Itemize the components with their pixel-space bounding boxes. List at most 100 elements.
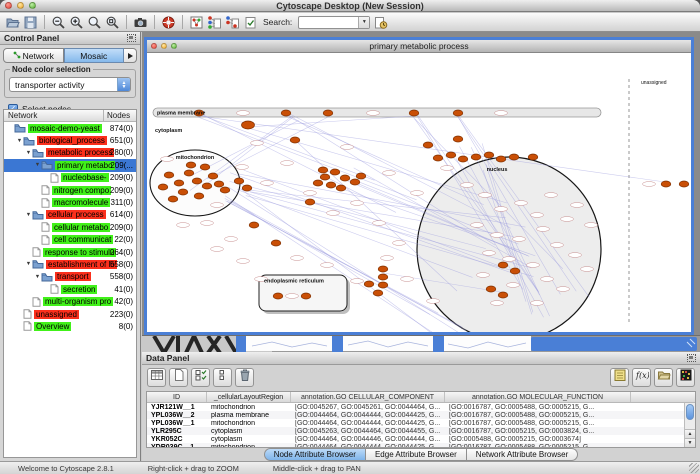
expand-collapse-icon[interactable]: ▼ bbox=[16, 138, 23, 144]
table-scrollbar[interactable]: ▲ ▼ bbox=[684, 403, 695, 447]
table-cell: cytoplasm bbox=[207, 436, 291, 443]
delete-attribute-button[interactable] bbox=[235, 368, 254, 387]
vizmapper-button[interactable] bbox=[207, 14, 222, 31]
scroll-up-icon[interactable]: ▲ bbox=[685, 429, 695, 438]
tab-network[interactable]: Network bbox=[3, 48, 64, 63]
tree-row[interactable]: ▼primary metabo209(... bbox=[4, 159, 136, 171]
network-view-window[interactable]: primary metabolic process plasma bbox=[144, 37, 694, 335]
more-tabs-icon bbox=[128, 53, 133, 59]
tree-row[interactable]: Overview8(0) bbox=[4, 320, 136, 332]
edge-vizmapper-button[interactable] bbox=[225, 14, 240, 31]
scroll-down-icon[interactable]: ▼ bbox=[685, 438, 695, 447]
table-row[interactable]: YPL036W__2plasma membrane[GO:0044464, GO… bbox=[147, 411, 695, 419]
table-column-header[interactable]: annotation.GO CELLULAR_COMPONENT bbox=[291, 392, 445, 402]
attribute-table-button[interactable] bbox=[147, 368, 166, 387]
table-icon bbox=[150, 368, 164, 387]
file-icon bbox=[41, 222, 50, 232]
tab-mosaic[interactable]: Mosaic bbox=[64, 48, 125, 63]
zoom-out-button[interactable] bbox=[51, 14, 66, 31]
tree-row-node-count: 311(0) bbox=[110, 198, 133, 207]
table-row[interactable]: YJR121W__1mitochondrion[GO:0045267, GO:0… bbox=[147, 403, 695, 411]
search-input[interactable]: ▼ bbox=[298, 16, 370, 29]
table-cell: [GO:0005488, GO:0005215, GO:0003674] bbox=[445, 436, 631, 443]
zoom-in-button[interactable] bbox=[69, 14, 84, 31]
expand-collapse-icon[interactable]: ▼ bbox=[25, 150, 32, 156]
table-column-header[interactable]: _cellularLayoutRegion bbox=[207, 392, 291, 402]
tree-row[interactable]: mosaic-demo-yeast874(0) bbox=[4, 122, 136, 134]
region-label-cytoplasm: cytoplasm bbox=[155, 128, 182, 134]
network-manager-button[interactable] bbox=[189, 14, 204, 31]
tree-row[interactable]: multi-organism pro42(0) bbox=[4, 295, 136, 307]
zoom-selected-button[interactable] bbox=[87, 14, 102, 31]
tree-row[interactable]: secretion 41(0) bbox=[4, 283, 136, 295]
blank-page-icon bbox=[172, 368, 186, 387]
folder-yellow-icon bbox=[657, 368, 671, 387]
table-cell: mitochondrion bbox=[207, 420, 291, 427]
expand-collapse-icon[interactable]: ▼ bbox=[25, 212, 32, 218]
help-button[interactable] bbox=[161, 14, 176, 31]
float-panel-icon[interactable] bbox=[127, 34, 136, 42]
select-attributes-button[interactable] bbox=[191, 368, 210, 387]
filter-button[interactable] bbox=[243, 14, 258, 31]
table-cell: YPL036W__1 bbox=[147, 420, 207, 427]
tab-network-attribute-browser[interactable]: Network Attribute Browser bbox=[467, 448, 578, 461]
tree-row[interactable]: macromolecule311(0) bbox=[4, 196, 136, 208]
search-dropdown-icon[interactable]: ▼ bbox=[358, 17, 369, 28]
tree-row-node-count: 41(0) bbox=[114, 285, 133, 294]
tree-row[interactable]: ▼cellular process614(0) bbox=[4, 209, 136, 221]
open-session-button[interactable] bbox=[5, 14, 20, 31]
zoom-fit-button[interactable] bbox=[105, 14, 120, 31]
table-row[interactable]: YLR295Ccytoplasm[GO:0045263, GO:0044464,… bbox=[147, 427, 695, 435]
unselect-attributes-button[interactable] bbox=[213, 368, 232, 387]
resize-grip[interactable] bbox=[689, 463, 699, 473]
expand-collapse-icon[interactable]: ▼ bbox=[34, 162, 41, 168]
tree-row[interactable]: cellular metabo209(0) bbox=[4, 221, 136, 233]
toolbar-separator bbox=[44, 15, 45, 29]
tree-row[interactable]: response to stimulu264(0) bbox=[4, 246, 136, 258]
camera-icon bbox=[133, 15, 148, 30]
region-label-endoplasmic-reticulum: endoplasmic reticulum bbox=[264, 279, 324, 285]
trash-icon bbox=[238, 368, 252, 387]
tree-row[interactable]: nitrogen compo209(0) bbox=[4, 184, 136, 196]
scrollbar-thumb[interactable] bbox=[686, 404, 694, 420]
table-cell: [GO:0045267, GO:0045261, GO:0044464, G..… bbox=[291, 404, 445, 411]
tree-row-node-count: 8(0) bbox=[119, 322, 133, 331]
tree-row[interactable]: ▼biological_process651(0) bbox=[4, 134, 136, 146]
tree-row[interactable]: ▼establishment of lo558(0) bbox=[4, 258, 136, 270]
expand-collapse-icon[interactable]: ▼ bbox=[25, 261, 32, 267]
table-column-header[interactable]: annotation.GO MOLECULAR_FUNCTION bbox=[445, 392, 631, 402]
tree-row[interactable]: ▼metabolic process280(0) bbox=[4, 147, 136, 159]
tab-edge-attribute-browser[interactable]: Edge Attribute Browser bbox=[366, 448, 467, 461]
tree-row[interactable]: nucleobase-209(0) bbox=[4, 172, 136, 184]
table-column-header[interactable]: ID bbox=[147, 392, 207, 402]
more-tabs-button[interactable] bbox=[124, 48, 137, 63]
node-color-select[interactable]: transporter activity ▲▼ bbox=[9, 77, 131, 92]
table-row[interactable]: YPL036W__1mitochondrion[GO:0044464, GO:0… bbox=[147, 419, 695, 427]
new-attribute-button[interactable] bbox=[169, 368, 188, 387]
network-window-titlebar[interactable]: primary metabolic process bbox=[147, 40, 691, 53]
notes-button[interactable] bbox=[610, 368, 629, 387]
tree-row-node-count: 614(0) bbox=[110, 210, 133, 219]
tree-column-nodes[interactable]: Nodes bbox=[103, 110, 136, 121]
search-options-button[interactable] bbox=[373, 14, 388, 31]
tree-column-network[interactable]: Network bbox=[4, 110, 103, 121]
title-bar[interactable]: Cytoscape Desktop (New Session) bbox=[0, 0, 700, 12]
formula-builder-button[interactable]: f(x) bbox=[632, 368, 651, 387]
table-cell: YKR052C bbox=[147, 436, 207, 443]
import-attributes-button[interactable] bbox=[654, 368, 673, 387]
tree-row[interactable]: unassigned223(0) bbox=[4, 308, 136, 320]
select-stepper-icon[interactable]: ▲▼ bbox=[117, 78, 130, 91]
tree-row[interactable]: ▼transport558(0) bbox=[4, 271, 136, 283]
expand-collapse-icon[interactable]: ▼ bbox=[34, 274, 41, 280]
matrix-view-button[interactable] bbox=[676, 368, 695, 387]
network-canvas[interactable]: plasma membrane cytoplasm mitochondrion … bbox=[147, 53, 691, 332]
tree-row-node-count: 223(0) bbox=[110, 310, 133, 319]
folder-icon bbox=[23, 136, 35, 146]
float-panel-icon[interactable] bbox=[687, 354, 696, 362]
snapshot-button[interactable] bbox=[133, 14, 148, 31]
table-row[interactable]: YKR052Ccytoplasm[GO:0044464, GO:0044446,… bbox=[147, 435, 695, 443]
save-session-button[interactable] bbox=[23, 14, 38, 31]
tree-row-label: secretion bbox=[61, 285, 97, 294]
tab-node-attribute-browser[interactable]: Node Attribute Browser bbox=[264, 448, 366, 461]
tree-row[interactable]: cell communicat22(0) bbox=[4, 234, 136, 246]
